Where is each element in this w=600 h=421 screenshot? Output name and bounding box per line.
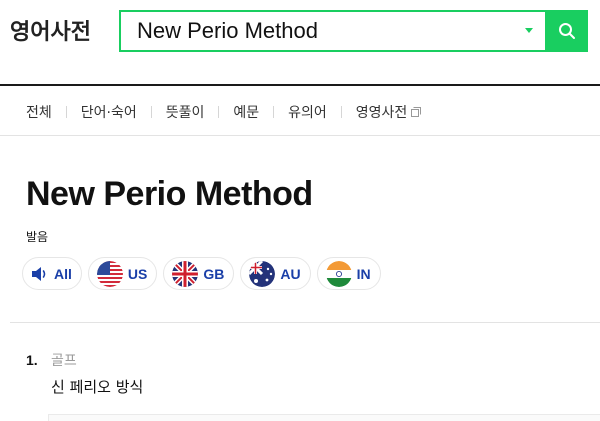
pronunciation-all-button[interactable]: All <box>22 257 82 290</box>
pronunciation-us-button[interactable]: US <box>87 257 158 290</box>
pronunciation-in-label: IN <box>356 265 371 282</box>
tab-words-idioms[interactable]: 단어·숙어 <box>81 102 137 122</box>
tab-divider <box>273 105 275 118</box>
tab-examples[interactable]: 예문 <box>233 102 259 122</box>
external-link-icon <box>411 106 422 117</box>
pronunciation-label: 발음 <box>26 230 49 244</box>
search-button[interactable] <box>545 10 588 52</box>
pronunciation-us-label: US <box>127 265 148 282</box>
dictionary-logo[interactable]: 영어사전 <box>10 14 91 46</box>
tab-divider <box>65 105 67 118</box>
tab-english-english[interactable]: 영영사전 <box>356 102 423 122</box>
pronunciation-au-label: AU <box>280 265 301 282</box>
au-flag-icon <box>249 260 276 287</box>
search-input[interactable] <box>137 18 507 44</box>
meaning-number: 1. <box>26 352 38 368</box>
pronunciation-gb-button[interactable]: GB <box>163 257 235 290</box>
tab-english-english-label: 영영사전 <box>355 104 408 121</box>
section-divider <box>10 322 600 323</box>
tab-divider <box>150 105 152 118</box>
tab-divider <box>218 105 220 118</box>
pronunciation-all-label: All <box>54 265 72 282</box>
speaker-icon <box>32 266 46 281</box>
pronunciation-buttons: All US GB AU IN <box>22 257 381 290</box>
example-box <box>48 414 600 421</box>
meaning-category: 골프 <box>51 353 77 369</box>
tab-synonyms[interactable]: 유의어 <box>288 102 327 122</box>
pronunciation-in-button[interactable]: IN <box>316 257 381 290</box>
us-flag-icon <box>96 260 123 287</box>
entry-title: New Perio Method <box>26 175 313 213</box>
pronunciation-gb-label: GB <box>203 265 225 282</box>
search-box <box>119 10 545 52</box>
tab-all[interactable]: 전체 <box>26 102 52 122</box>
tab-bar: 전체 단어·숙어 뜻풀이 예문 유의어 영영사전 <box>0 88 600 136</box>
header: 영어사전 <box>0 0 600 86</box>
tab-definitions[interactable]: 뜻풀이 <box>166 102 205 122</box>
pronunciation-au-button[interactable]: AU <box>240 257 311 290</box>
autocomplete-toggle-icon[interactable] <box>525 28 533 33</box>
meaning-definition: 신 페리오 방식 <box>51 378 144 396</box>
in-flag-icon <box>325 260 352 287</box>
tab-divider <box>340 105 342 118</box>
search-icon <box>558 23 575 39</box>
gb-flag-icon <box>172 260 199 287</box>
